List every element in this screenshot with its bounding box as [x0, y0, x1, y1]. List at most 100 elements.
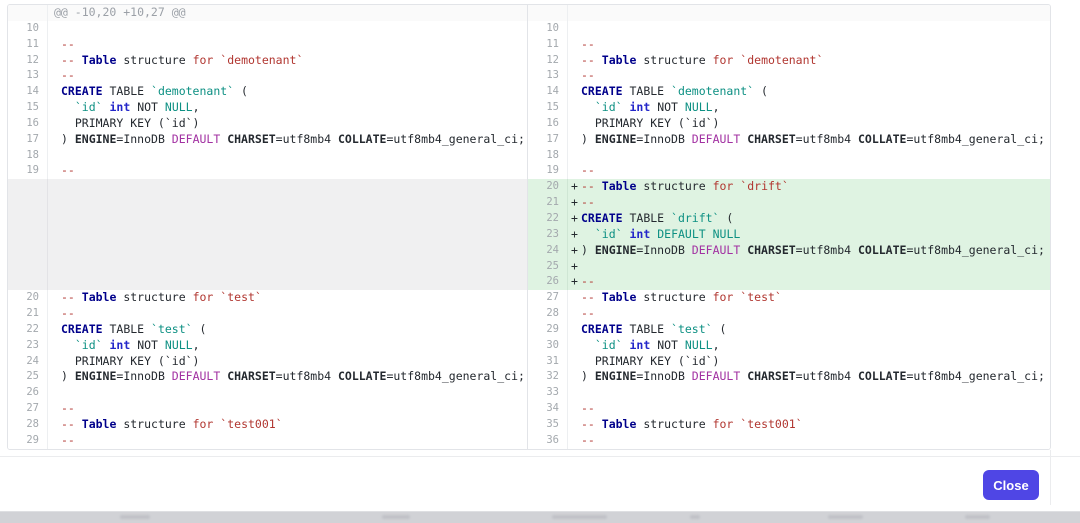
code-line: ) ENGINE=InnoDB DEFAULT CHARSET=utf8mb4 … — [568, 369, 1050, 385]
code-token — [706, 227, 713, 241]
diff-pane-old: @@ -10,20 +10,27 @@1011--12-- Table stru… — [8, 5, 528, 449]
code-token: =InnoDB — [116, 369, 171, 383]
diff-row: 23+ `id` int DEFAULT NULL — [528, 227, 1050, 243]
code-line — [48, 243, 527, 259]
code-token: -- — [61, 433, 75, 447]
code-token: NULL — [165, 100, 193, 114]
line-number: 12 — [8, 53, 48, 69]
line-number: 13 — [528, 68, 568, 84]
code-token: COLLATE — [338, 132, 386, 146]
code-token: `drift` — [740, 179, 788, 193]
code-token: `id` — [75, 338, 103, 352]
code-token: -- — [61, 401, 75, 415]
code-token — [61, 100, 75, 114]
diff-row: 30 `id` int NOT NULL, — [528, 338, 1050, 354]
code-token: PRIMARY KEY (`id`) — [581, 354, 719, 368]
code-token: TABLE — [103, 84, 151, 98]
code-token: =utf8mb4 — [276, 369, 338, 383]
code-token: `demotenant` — [671, 84, 754, 98]
code-token: for — [713, 290, 734, 304]
diff-marker: + — [568, 195, 581, 211]
code-token: =InnoDB — [636, 243, 691, 257]
close-button[interactable]: Close — [983, 470, 1039, 500]
code-token: -- — [581, 306, 595, 320]
code-line: PRIMARY KEY (`id`) — [568, 116, 1050, 132]
diff-row: 28-- — [528, 306, 1050, 322]
code-token: COLLATE — [338, 369, 386, 383]
code-token: CHARSET — [747, 243, 795, 257]
line-number: 14 — [528, 84, 568, 100]
code-token: -- — [581, 433, 595, 447]
code-token: =InnoDB — [636, 369, 691, 383]
code-token: TABLE — [623, 322, 671, 336]
code-token: `test` — [151, 322, 193, 336]
code-token: , — [193, 338, 200, 352]
code-token: =utf8mb4 — [796, 243, 858, 257]
code-line: -- Table structure for `demotenant` — [568, 53, 1050, 69]
diff-row: 19-- — [8, 163, 527, 179]
code-token: CREATE — [581, 322, 623, 336]
code-line: -- — [48, 433, 527, 449]
diff-row: 34-- — [528, 401, 1050, 417]
line-number: 34 — [528, 401, 568, 417]
code-token: =utf8mb4 — [796, 132, 858, 146]
code-token: Table — [602, 179, 637, 193]
code-line — [48, 21, 527, 37]
code-token: for — [713, 53, 734, 67]
diff-row — [8, 259, 527, 275]
line-number: 21 — [528, 195, 568, 211]
code-line: -- Table structure for `test` — [568, 290, 1050, 306]
code-line — [48, 274, 527, 290]
code-line — [568, 21, 1050, 37]
code-line: +-- — [568, 195, 1050, 211]
code-line: -- Table structure for `demotenant` — [48, 53, 527, 69]
code-line: -- — [568, 306, 1050, 322]
diff-marker: + — [568, 259, 581, 275]
code-token: CREATE — [581, 211, 623, 225]
code-token: Table — [82, 417, 117, 431]
code-token: for — [193, 53, 214, 67]
code-token: structure — [116, 417, 192, 431]
code-token: ) — [581, 132, 595, 146]
code-token: Table — [82, 290, 117, 304]
code-token: -- — [581, 37, 595, 51]
diff-row: 29-- — [8, 433, 527, 449]
line-number: 11 — [528, 37, 568, 53]
code-token: =utf8mb4_general_ci; — [906, 369, 1044, 383]
diff-row: 22CREATE TABLE `test` ( — [8, 322, 527, 338]
code-token: -- — [581, 163, 595, 177]
code-token: ( — [719, 211, 733, 225]
code-token: CHARSET — [747, 132, 795, 146]
code-token: NOT — [650, 338, 685, 352]
diff-row — [8, 195, 527, 211]
diff-row: 28-- Table structure for `test001` — [8, 417, 527, 433]
code-line: -- Table structure for `test001` — [48, 417, 527, 433]
code-token: `id` — [595, 100, 623, 114]
code-token: DEFAULT — [172, 132, 220, 146]
code-token: =InnoDB — [116, 132, 171, 146]
code-token — [623, 338, 630, 352]
diff-marker: + — [568, 211, 581, 227]
code-token: -- — [581, 417, 602, 431]
line-number: 10 — [8, 21, 48, 37]
line-number: 19 — [528, 163, 568, 179]
code-token — [581, 338, 595, 352]
code-token: NOT — [650, 100, 685, 114]
line-number — [8, 211, 48, 227]
line-number: 23 — [8, 338, 48, 354]
code-token: -- — [581, 274, 595, 288]
code-line: + — [568, 259, 1050, 275]
blurred-text — [120, 515, 150, 519]
code-token: int — [110, 100, 131, 114]
code-line: @@ -10,20 +10,27 @@ — [48, 5, 527, 21]
code-token: for — [193, 417, 214, 431]
code-token: int — [110, 338, 131, 352]
line-number: 11 — [8, 37, 48, 53]
code-token: -- — [581, 290, 602, 304]
code-token: int — [630, 227, 651, 241]
code-token: for — [713, 179, 734, 193]
code-line: -- — [568, 401, 1050, 417]
diff-row: 14CREATE TABLE `demotenant` ( — [8, 84, 527, 100]
diff-row: 16 PRIMARY KEY (`id`) — [8, 116, 527, 132]
code-token: ENGINE — [75, 132, 117, 146]
